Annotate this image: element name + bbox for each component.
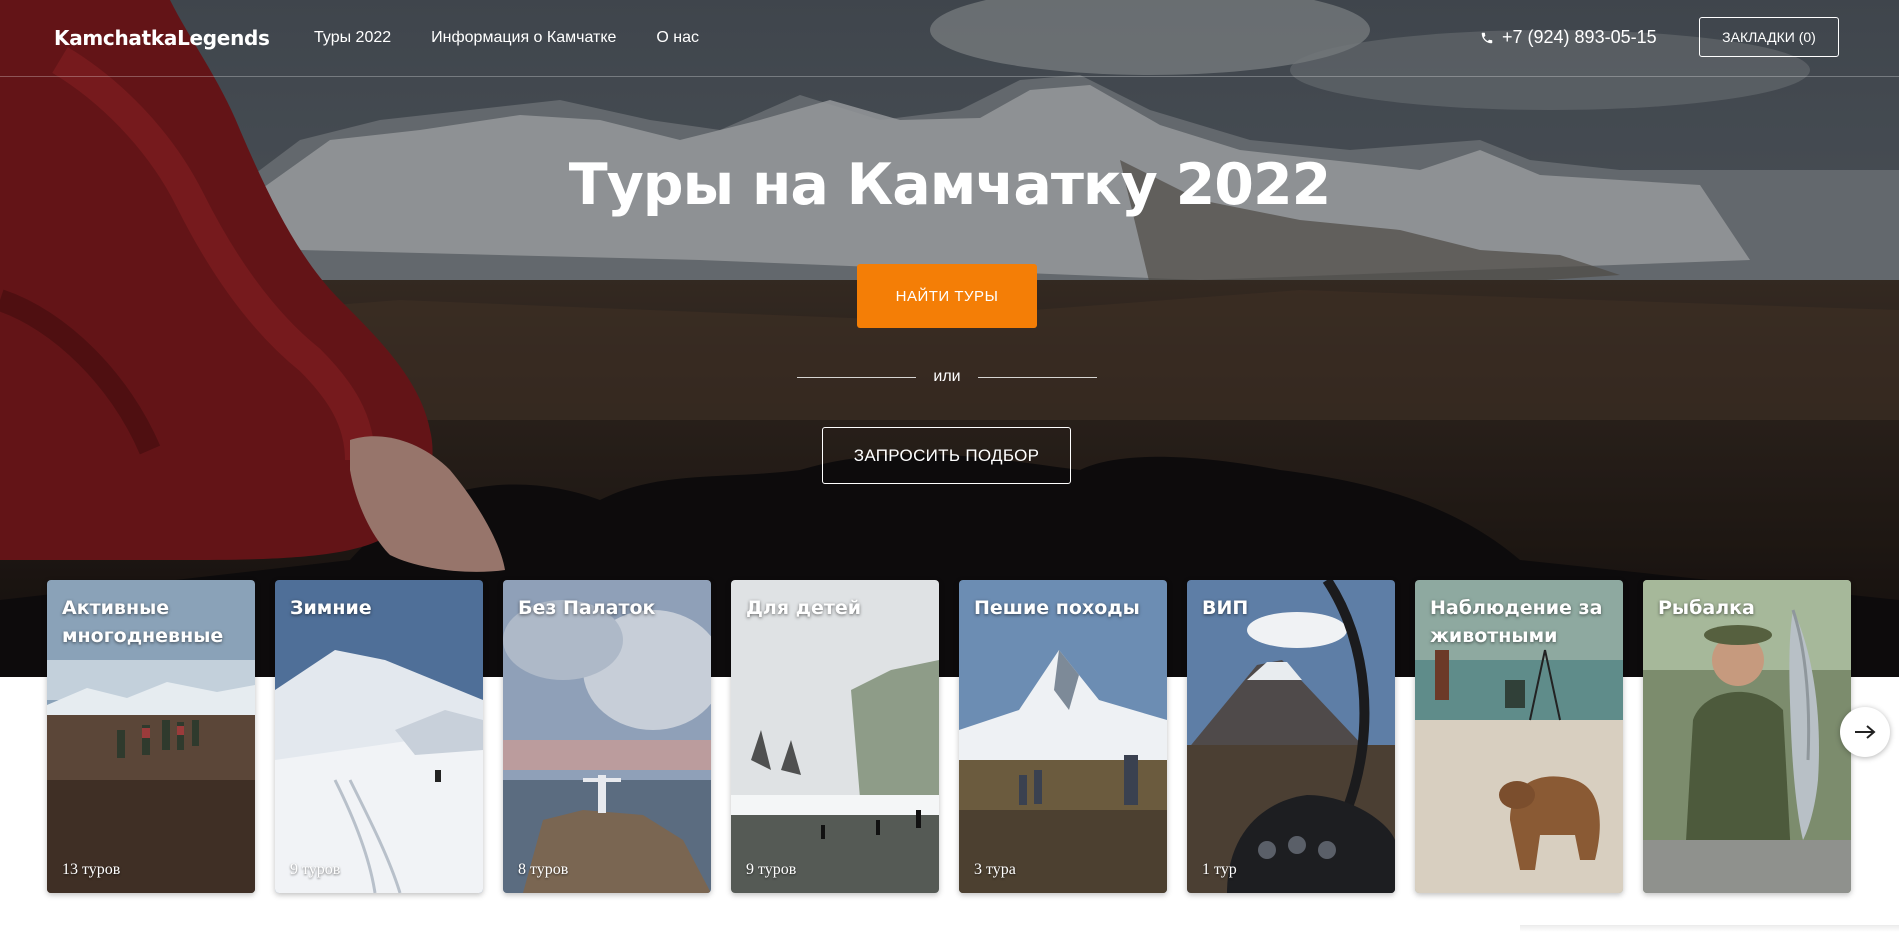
category-card-active-multiday[interactable]: Активные многодневные 13 туров	[47, 580, 255, 893]
request-selection-button[interactable]: ЗАПРОСИТЬ ПОДБОР	[822, 427, 1071, 484]
hero-title: Туры на Камчатку 2022	[568, 152, 1332, 218]
category-count: 9 туров	[746, 861, 797, 878]
nav-link-kamchatka-info[interactable]: Информация о Камчатке	[431, 29, 616, 47]
or-divider: или	[797, 368, 1097, 388]
category-image	[275, 580, 483, 893]
phone-icon	[1481, 32, 1493, 43]
category-card-no-tents[interactable]: Без Палаток 8 туров	[503, 580, 711, 893]
category-card-fishing[interactable]: Рыбалка	[1643, 580, 1851, 893]
bookmarks-button[interactable]: ЗАКЛАДКИ (0)	[1699, 17, 1839, 57]
phone-contact[interactable]: +7 (924) 893-05-15	[1480, 27, 1657, 48]
bottom-edge-shadow	[1520, 925, 1899, 932]
category-card-vip[interactable]: ВИП 1 тур	[1187, 580, 1395, 893]
hero-dark-overlay	[0, 0, 1899, 677]
category-count: 3 тура	[974, 861, 1016, 878]
category-card-wildlife-watching[interactable]: Наблюдение за животными	[1415, 580, 1623, 893]
category-image	[959, 580, 1167, 893]
category-image	[503, 580, 711, 893]
category-title: Рыбалка	[1658, 597, 1755, 619]
category-card-winter[interactable]: Зимние 9 туров	[275, 580, 483, 893]
phone-number: +7 (924) 893-05-15	[1502, 27, 1657, 47]
category-image	[1643, 580, 1851, 893]
category-title: Без Палаток	[518, 597, 656, 619]
category-card-for-kids[interactable]: Для детей 9 туров	[731, 580, 939, 893]
main-nav: Туры 2022 Информация о Камчатке О нас	[314, 29, 699, 47]
arrow-right-icon	[1855, 725, 1876, 739]
divider-line-right	[978, 377, 1097, 378]
category-title: Для детей	[746, 597, 862, 619]
category-image	[1187, 580, 1395, 893]
tour-categories-carousel: Активные многодневные 13 туров Зимние 9 …	[47, 580, 1852, 893]
category-title: Наблюдение за животными	[1430, 597, 1603, 647]
category-image	[731, 580, 939, 893]
site-header: KamchatkaLegends Туры 2022 Информация о …	[0, 0, 1899, 77]
category-count: 1 тур	[1202, 861, 1237, 878]
nav-link-about[interactable]: О нас	[656, 29, 699, 47]
find-tours-button[interactable]: НАЙТИ ТУРЫ	[857, 264, 1037, 328]
category-title: Активные многодневные	[62, 597, 224, 647]
category-count: 8 туров	[518, 861, 569, 878]
nav-link-tours-2022[interactable]: Туры 2022	[314, 29, 391, 47]
site-logo[interactable]: KamchatkaLegends	[54, 26, 270, 50]
category-title: ВИП	[1202, 597, 1249, 619]
category-count: 9 туров	[290, 861, 341, 878]
category-title: Пешие походы	[974, 597, 1140, 619]
category-card-hiking[interactable]: Пешие походы 3 тура	[959, 580, 1167, 893]
carousel-next-button[interactable]	[1840, 707, 1890, 757]
category-title: Зимние	[290, 597, 372, 619]
hero-section	[0, 0, 1899, 677]
category-count: 13 туров	[62, 861, 121, 878]
